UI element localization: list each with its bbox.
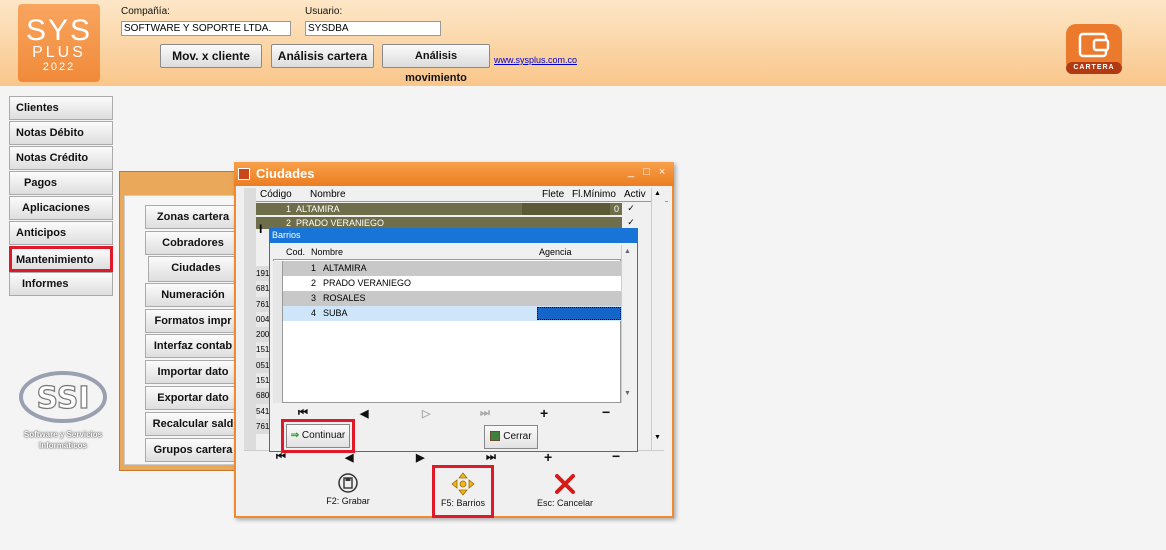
cartera-badge: CARTERA bbox=[1066, 62, 1122, 74]
ciudades-row[interactable]: 1 ALTAMIRA 0 bbox=[256, 203, 622, 215]
sidebar-item-mantenimiento[interactable]: Mantenimiento bbox=[9, 246, 113, 272]
sidebar-item-anticipos[interactable]: Anticipos bbox=[9, 221, 113, 245]
barrios-vertical-scrollbar[interactable] bbox=[621, 245, 635, 403]
barrios-button[interactable]: F5: Barrios bbox=[432, 465, 494, 518]
menu-cobradores[interactable]: Cobradores bbox=[145, 231, 241, 255]
cerrar-button[interactable]: Cerrar bbox=[484, 425, 538, 449]
header-band bbox=[0, 0, 1166, 86]
barrios-row[interactable]: 1 ALTAMIRA bbox=[273, 261, 621, 276]
barrios-grid-header: Cod. Nombre Agencia bbox=[273, 245, 621, 260]
user-field: SYSDBA bbox=[305, 21, 441, 36]
agencia-cell-active[interactable] bbox=[537, 307, 621, 320]
menu-recalcular-saldos[interactable]: Recalcular sald bbox=[145, 412, 241, 436]
col-fl-minimo: Fl.Mínimo bbox=[572, 189, 616, 200]
menu-interfaz-contable[interactable]: Interfaz contab bbox=[145, 334, 241, 358]
barrios-row-selector bbox=[273, 261, 283, 403]
ssi-logo: SSI Software y Servicios Informáticos bbox=[12, 368, 114, 458]
continuar-button[interactable]: ⇒ Continuar bbox=[286, 424, 350, 448]
ciudades-left-codes: 191 681 761 004 200 151 051 151 680 541 761 bbox=[256, 266, 270, 435]
sidebar-item-pagos[interactable]: Pagos bbox=[9, 171, 113, 195]
row-selector-column bbox=[244, 188, 256, 450]
sidebar-item-notas-debito[interactable]: Notas Débito bbox=[9, 121, 113, 145]
ciudades-title: Ciudades bbox=[234, 162, 674, 186]
ciudades-code-cell: 681 bbox=[256, 281, 270, 297]
ciudades-code-cell: 761 bbox=[256, 418, 270, 435]
nav-next-icon[interactable]: ▶ bbox=[416, 451, 424, 464]
ciudades-vertical-scrollbar[interactable] bbox=[651, 188, 665, 450]
sidebar-item-notas-credito[interactable]: Notas Crédito bbox=[9, 146, 113, 170]
menu-exportar-datos[interactable]: Exportar dato bbox=[145, 386, 241, 410]
col-nombre: Nombre bbox=[311, 247, 344, 257]
col-flete: Flete bbox=[542, 189, 565, 200]
continuar-label: Continuar bbox=[301, 430, 346, 441]
barrios-label: F5: Barrios bbox=[440, 498, 485, 508]
barrios-scroll-down-icon[interactable]: ▼ bbox=[624, 390, 631, 397]
col-cod: Cod. bbox=[286, 247, 306, 257]
window-app-icon bbox=[238, 168, 250, 180]
activo-checkbox[interactable]: ✓ bbox=[622, 203, 640, 215]
barrios-row[interactable]: 2 PRADO VERANIEGO bbox=[273, 276, 621, 291]
scroll-down-icon[interactable]: ▼ bbox=[654, 434, 661, 441]
ciudades-code-cell: 680 bbox=[256, 388, 270, 404]
nav-last-icon[interactable]: ⏭ bbox=[486, 451, 496, 464]
col-nombre: Nombre bbox=[310, 189, 346, 200]
barrios-scroll-up-icon[interactable]: ▲ bbox=[624, 248, 631, 255]
company-label: Compañía: bbox=[121, 6, 170, 17]
sidebar-item-aplicaciones[interactable]: Aplicaciones bbox=[9, 196, 113, 220]
cancelar-button[interactable]: Esc: Cancelar bbox=[530, 472, 600, 508]
user-label: Usuario: bbox=[305, 6, 343, 17]
door-icon bbox=[490, 431, 501, 442]
barrios-nav-add-icon[interactable]: + bbox=[540, 405, 548, 421]
analisis-movimiento-button[interactable]: Análisis movimiento bbox=[382, 44, 490, 84]
svg-text:SSI: SSI bbox=[36, 381, 89, 416]
menu-formatos-impresion[interactable]: Formatos impr bbox=[145, 309, 241, 333]
menu-importar-datos[interactable]: Importar dato bbox=[145, 360, 241, 384]
cancelar-label: Esc: Cancelar bbox=[536, 498, 594, 508]
logo-line3: 2022 bbox=[42, 61, 76, 73]
ssi-logo-graphic: SSI bbox=[19, 371, 107, 423]
window-controls[interactable]: _ □ × bbox=[628, 166, 668, 178]
sidebar-item-clientes[interactable]: Clientes bbox=[9, 96, 113, 120]
col-agencia: Agencia bbox=[539, 247, 572, 257]
barrios-nav-next-icon[interactable]: ▷ bbox=[422, 407, 430, 420]
ssi-brand-text: Software y Servicios Informáticos bbox=[23, 430, 103, 450]
cerrar-label: Cerrar bbox=[503, 431, 532, 442]
barrios-nav-last-icon[interactable]: ⏭ bbox=[480, 407, 490, 420]
logo-line2: PLUS bbox=[32, 44, 86, 61]
sysplus-logo: SYS PLUS 2022 bbox=[18, 4, 100, 82]
cancel-x-icon bbox=[555, 474, 575, 494]
ciudades-code-cell: 151 bbox=[256, 373, 270, 389]
analisis-cartera-button[interactable]: Análisis cartera bbox=[271, 44, 374, 68]
grabar-label: F2: Grabar bbox=[326, 496, 370, 506]
ciudades-code-cell: 761 bbox=[256, 296, 270, 312]
ciudades-code-cell: 200 bbox=[256, 327, 270, 343]
menu-grupos-cartera[interactable]: Grupos cartera bbox=[145, 438, 241, 462]
col-activo: Activ bbox=[624, 189, 646, 200]
barrios-nav-prev-icon[interactable]: ◀ bbox=[360, 407, 368, 420]
ciudades-code-cell: 051 bbox=[256, 357, 270, 374]
grabar-button[interactable]: F2: Grabar bbox=[318, 472, 378, 506]
barrios-title: Barrios bbox=[269, 228, 638, 243]
ciudades-code-cell: 151 bbox=[256, 342, 270, 358]
ciudades-code-cell: 004 bbox=[256, 311, 270, 328]
text-cursor-icon: I bbox=[259, 222, 263, 236]
menu-zonas-cartera[interactable]: Zonas cartera bbox=[145, 205, 241, 229]
ciudades-grid-header: Código Nombre Flete Fl.Mínimo Activ bbox=[256, 188, 668, 202]
company-field: SOFTWARE Y SOPORTE LTDA. bbox=[121, 21, 291, 36]
move-arrows-icon bbox=[451, 472, 475, 496]
save-icon bbox=[338, 473, 358, 493]
col-codigo: Código bbox=[260, 189, 292, 200]
arrow-right-icon: ⇒ bbox=[290, 430, 300, 441]
menu-numeracion[interactable]: Numeración bbox=[145, 283, 241, 307]
barrios-row[interactable]: 3 ROSALES bbox=[273, 291, 621, 306]
mov-x-cliente-button[interactable]: Mov. x cliente bbox=[160, 44, 262, 68]
ciudades-code-cell: 541 bbox=[256, 403, 270, 419]
logo-line1: SYS bbox=[25, 14, 93, 47]
sidebar-item-informes[interactable]: Informes bbox=[9, 272, 113, 296]
scroll-up-icon[interactable]: ▲ bbox=[654, 190, 661, 197]
menu-ciudades[interactable]: Ciudades bbox=[148, 256, 244, 282]
barrios-nav-delete-icon[interactable]: − bbox=[602, 404, 610, 420]
website-link[interactable]: www.sysplus.com.co bbox=[494, 54, 577, 66]
ciudades-code-cell: 191 bbox=[256, 266, 270, 282]
